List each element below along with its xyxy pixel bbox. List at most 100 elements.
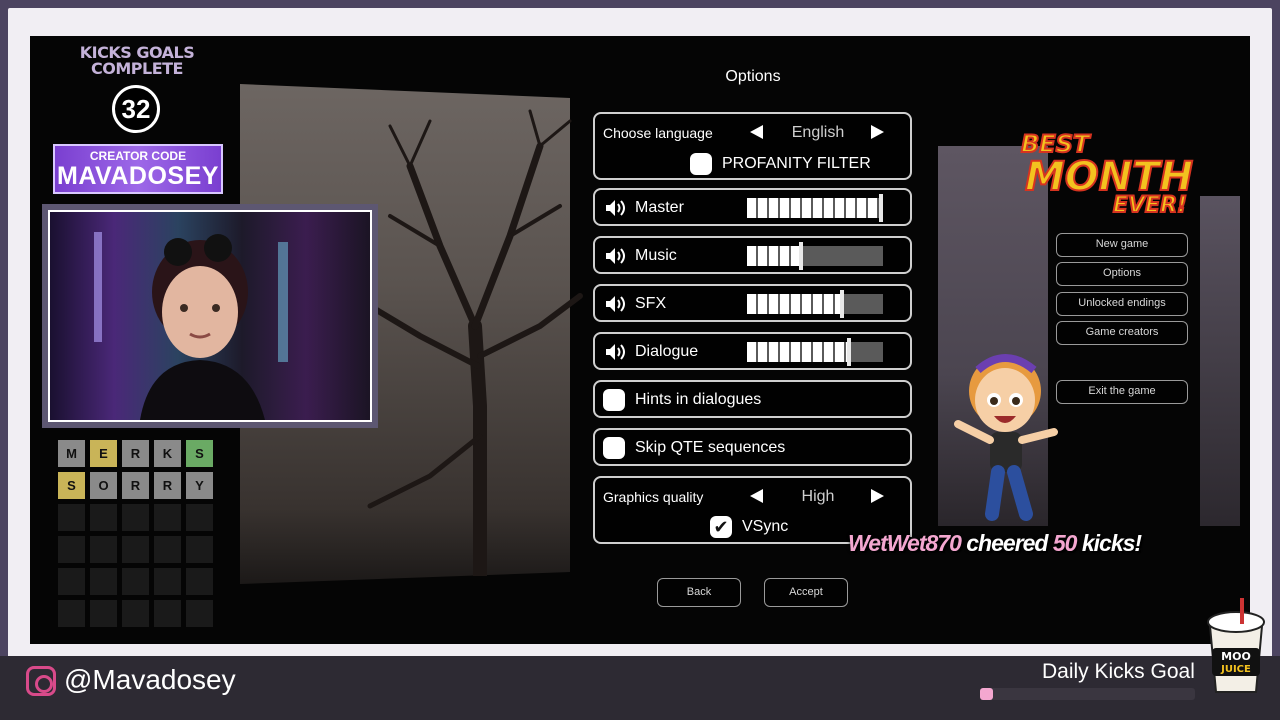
sfx-volume-slider[interactable] bbox=[747, 290, 883, 318]
cheer-user: WetWet870 bbox=[848, 530, 962, 556]
webcam-feed bbox=[48, 210, 372, 422]
wordle-empty-tile bbox=[154, 568, 181, 595]
language-label: Choose language bbox=[603, 125, 713, 141]
skip-qte-checkbox[interactable] bbox=[603, 437, 625, 459]
daily-kicks-goal-bar bbox=[980, 688, 1195, 700]
best-month-ever-logo: BEST MONTH EVER! bbox=[1020, 129, 1194, 218]
exit-game-button[interactable]: Exit the game bbox=[1056, 380, 1188, 404]
wordle-empty-tile bbox=[186, 568, 213, 595]
wordle-tile: E bbox=[90, 440, 117, 467]
wordle-empty-tile bbox=[122, 600, 149, 627]
wordle-empty-tile bbox=[122, 568, 149, 595]
skip-qte-row: Skip QTE sequences bbox=[593, 428, 912, 466]
wordle-empty-tile bbox=[154, 600, 181, 627]
wordle-empty-tile bbox=[58, 568, 85, 595]
wordle-tile: R bbox=[154, 472, 181, 499]
wordle-empty-tile bbox=[186, 600, 213, 627]
game-creators-button[interactable]: Game creators bbox=[1056, 321, 1188, 345]
options-title: Options bbox=[725, 68, 781, 85]
unlocked-endings-button[interactable]: Unlocked endings bbox=[1056, 292, 1188, 316]
cheer-unit: kicks! bbox=[1076, 530, 1142, 556]
new-game-button[interactable]: New game bbox=[1056, 233, 1188, 257]
wordle-empty-tile bbox=[154, 504, 181, 531]
sfx-volume-row: SFX bbox=[593, 284, 912, 322]
vsync-checkbox[interactable]: ✔ bbox=[710, 516, 732, 538]
instagram-icon bbox=[26, 666, 56, 696]
wordle-empty-tile bbox=[90, 504, 117, 531]
daily-kicks-goal-fill bbox=[980, 688, 993, 700]
language-prev-arrow-icon[interactable] bbox=[750, 125, 763, 139]
options-menu-button[interactable]: Options bbox=[1056, 262, 1188, 286]
moo-line1: MOO bbox=[1221, 650, 1251, 663]
creator-code-label: CREATOR CODE bbox=[89, 149, 187, 163]
wordle-empty-tile bbox=[122, 536, 149, 563]
moo-juice-logo: MOO JUICE bbox=[1207, 598, 1265, 693]
wordle-tile: M bbox=[58, 440, 85, 467]
wordle-tile: R bbox=[122, 440, 149, 467]
graphics-prev-arrow-icon[interactable] bbox=[750, 489, 763, 503]
profanity-filter-checkbox[interactable] bbox=[690, 153, 712, 175]
wordle-tile: K bbox=[154, 440, 181, 467]
kicks-goals-line2: COMPLETE bbox=[91, 59, 183, 78]
slider-handle[interactable] bbox=[847, 338, 851, 366]
cheer-amount: 50 bbox=[1052, 530, 1078, 556]
speaker-icon bbox=[606, 344, 625, 360]
wordle-empty-tile bbox=[58, 536, 85, 563]
master-volume-slider[interactable] bbox=[747, 194, 883, 222]
hints-checkbox[interactable] bbox=[603, 389, 625, 411]
speaker-icon bbox=[606, 296, 625, 312]
wordle-tile: O bbox=[90, 472, 117, 499]
cheer-middle: cheered bbox=[960, 530, 1053, 556]
dialogue-volume-slider[interactable] bbox=[747, 338, 883, 366]
wordle-tile: S bbox=[186, 440, 213, 467]
social-handle: @Mavadosey bbox=[64, 664, 236, 695]
back-button[interactable]: Back bbox=[657, 578, 741, 607]
webcam-frame bbox=[42, 204, 378, 428]
language-box: Choose language English PROFANITY FILTER bbox=[593, 112, 912, 180]
cartoon-character bbox=[954, 354, 1058, 521]
wordle-empty-tile bbox=[186, 536, 213, 563]
music-volume-row: Music bbox=[593, 236, 912, 274]
wordle-tile: S bbox=[58, 472, 85, 499]
moo-line2: JUICE bbox=[1220, 664, 1251, 675]
cheer-alert: WetWet870 cheered 50 kicks! bbox=[848, 530, 1142, 557]
wordle-empty-tile bbox=[122, 504, 149, 531]
graphics-label: Graphics quality bbox=[603, 489, 704, 505]
graphics-value: High bbox=[801, 488, 835, 505]
right-scenery-edge bbox=[1200, 196, 1240, 526]
hints-label: Hints in dialogues bbox=[635, 391, 762, 408]
wordle-empty-tile bbox=[58, 504, 85, 531]
skip-qte-label: Skip QTE sequences bbox=[635, 439, 786, 456]
sfx-volume-label: SFX bbox=[635, 295, 667, 312]
wordle-empty-tile bbox=[90, 600, 117, 627]
music-volume-slider[interactable] bbox=[747, 242, 883, 270]
wordle-empty-tile bbox=[154, 536, 181, 563]
slider-handle[interactable] bbox=[799, 242, 804, 270]
wordle-empty-tile bbox=[186, 504, 213, 531]
accept-button[interactable]: Accept bbox=[764, 578, 848, 607]
speaker-icon bbox=[606, 248, 625, 264]
wordle-tile: R bbox=[122, 472, 149, 499]
dialogue-volume-label: Dialogue bbox=[635, 343, 699, 360]
master-volume-label: Master bbox=[635, 199, 684, 216]
wordle-empty-tile bbox=[90, 536, 117, 563]
language-value: English bbox=[791, 124, 845, 141]
daily-kicks-goal-label: Daily Kicks Goal bbox=[1042, 660, 1195, 683]
hints-row: Hints in dialogues bbox=[593, 380, 912, 418]
graphics-next-arrow-icon[interactable] bbox=[871, 489, 884, 503]
best-month-line3: EVER! bbox=[1113, 193, 1187, 218]
wordle-tile: Y bbox=[186, 472, 213, 499]
kicks-goals-count: 32 bbox=[112, 85, 160, 133]
kicks-goals-title: KICKS GOALS COMPLETE bbox=[62, 45, 212, 77]
creator-code-banner: CREATOR CODE MAVADOSEY bbox=[53, 144, 223, 194]
dialogue-volume-row: Dialogue bbox=[593, 332, 912, 370]
slider-handle[interactable] bbox=[840, 290, 845, 318]
streamer-silhouette bbox=[94, 232, 288, 420]
music-volume-label: Music bbox=[635, 247, 677, 264]
wordle-empty-tile bbox=[58, 600, 85, 627]
slider-handle[interactable] bbox=[879, 194, 883, 222]
checkmark-icon: ✔ bbox=[713, 517, 729, 537]
language-next-arrow-icon[interactable] bbox=[871, 125, 884, 139]
wordle-empty-tile bbox=[90, 568, 117, 595]
profanity-filter-label: PROFANITY FILTER bbox=[722, 155, 871, 172]
